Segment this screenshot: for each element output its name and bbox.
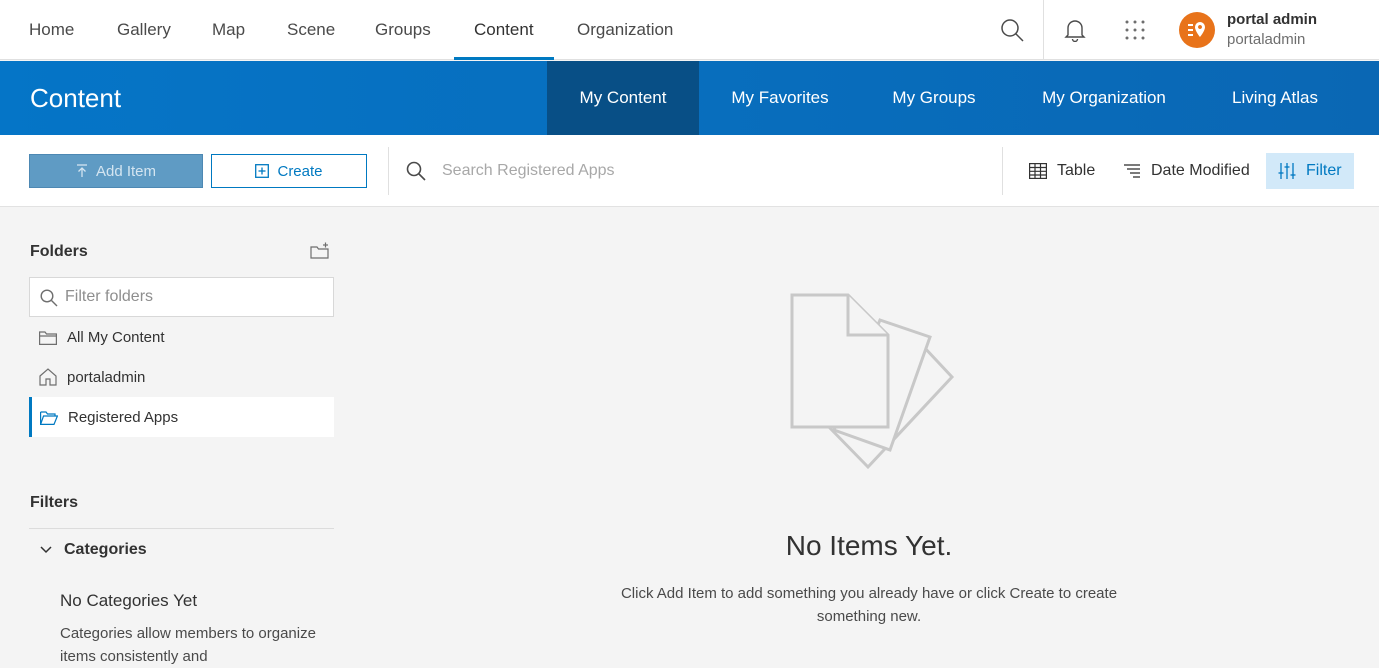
nav-divider [1043,0,1044,60]
table-view-button[interactable]: Table [1029,153,1095,189]
add-item-label: Add Item [95,162,157,180]
new-folder-icon[interactable] [310,242,330,265]
folder-all-my-content[interactable]: All My Content [29,317,334,357]
bell-icon[interactable] [1060,15,1090,45]
folder-icon [39,330,57,345]
tab-my-organization[interactable]: My Organization [1007,61,1201,135]
folder-label: All My Content [67,328,165,346]
date-modified-label: Date Modified [1151,162,1250,179]
app-launcher-icon[interactable] [1120,15,1150,45]
avatar[interactable] [1179,12,1215,48]
categories-label: Categories [64,541,147,558]
no-categories-desc: Categories allow members to organize ite… [60,625,316,665]
top-navigation: Home Gallery Map Scene Groups Content Or… [0,0,1379,60]
tab-my-groups[interactable]: My Groups [861,61,1007,135]
tab-living-atlas[interactable]: Living Atlas [1201,61,1349,135]
open-folder-icon [40,410,58,425]
nav-scene[interactable]: Scene [287,0,335,60]
upload-icon [76,164,87,177]
home-icon [39,368,57,386]
table-label: Table [1057,162,1096,179]
empty-state-description: Click Add Item to add something you alre… [620,585,1118,625]
filters-heading: Filters [30,494,79,511]
categories-toggle[interactable]: Categories [40,539,147,561]
nav-home[interactable]: Home [29,0,74,60]
sort-button[interactable]: Date Modified [1123,153,1250,189]
toolbar-divider [1002,147,1003,195]
empty-state-title: No Items Yet. [785,530,953,561]
search-input[interactable] [442,157,982,185]
sliders-icon [1278,163,1296,179]
nav-gallery[interactable]: Gallery [117,0,171,60]
page-title: Content [30,83,122,113]
search-icon [40,289,58,312]
folder-label: portaladmin [67,368,146,386]
folder-registered-apps[interactable]: Registered Apps [29,397,334,437]
search-icon [406,161,426,186]
user-handle: portaladmin [1227,31,1306,48]
nav-map[interactable]: Map [212,0,245,60]
folder-filter-field[interactable] [29,277,334,317]
folder-label: Registered Apps [68,408,179,426]
filters-divider [29,528,334,529]
toolbar-divider [388,147,389,195]
folders-heading: Folders [30,243,88,260]
folder-portaladmin[interactable]: portaladmin [29,357,334,397]
chevron-down-icon [40,546,52,554]
toolbar: Add Item Create Table Date Modified Filt… [0,135,1379,207]
table-icon [1029,163,1047,179]
create-button[interactable]: Create [211,154,367,188]
plus-square-icon [255,164,270,178]
content-header: Content My Content My Favorites My Group… [0,61,1379,135]
add-item-button[interactable]: Add Item [29,154,203,188]
user-name[interactable]: portal admin [1227,11,1317,28]
create-label: Create [277,162,323,180]
empty-documents-illustration [780,285,960,480]
filter-button[interactable]: Filter [1266,153,1354,189]
nav-groups[interactable]: Groups [375,0,431,60]
nav-organization[interactable]: Organization [577,0,673,60]
no-categories-title: No Categories Yet [60,591,198,610]
folder-filter-input[interactable] [65,286,325,308]
filter-label: Filter [1306,162,1342,179]
sort-icon [1124,164,1140,178]
nav-content[interactable]: Content [454,0,553,60]
tab-my-content[interactable]: My Content [547,61,699,135]
tab-my-favorites[interactable]: My Favorites [699,61,861,135]
search-icon[interactable] [997,15,1027,45]
